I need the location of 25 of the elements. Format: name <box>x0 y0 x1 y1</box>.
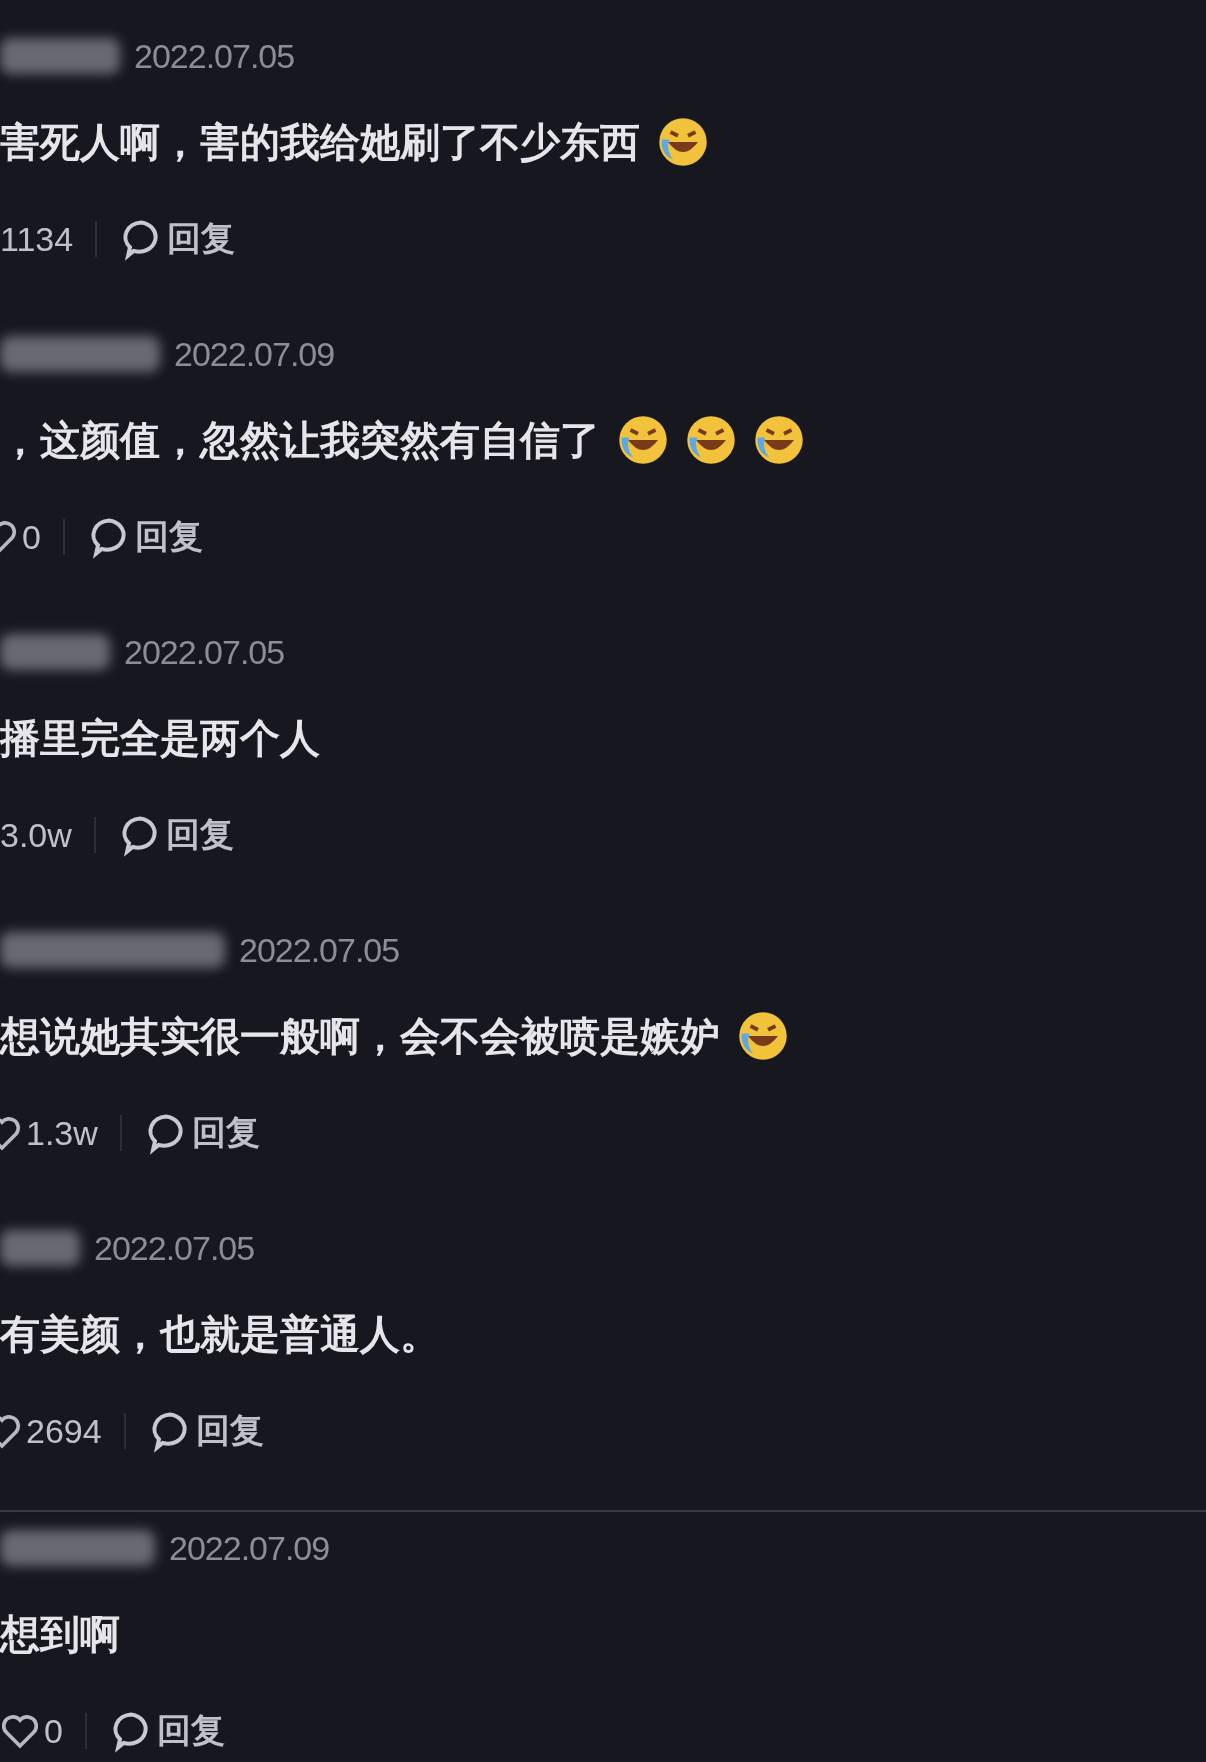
laughing-emoji-icon <box>686 415 736 465</box>
like-button[interactable]: 1.3w <box>0 1113 98 1153</box>
laughing-emoji-icon <box>618 415 668 465</box>
comment-date: 2022.07.05 <box>124 632 285 672</box>
like-button[interactable]: 0 <box>0 1711 63 1751</box>
reply-button[interactable]: 回复 <box>147 1408 264 1454</box>
comment-text: 害死人啊，害的我给她刷了不少东西 <box>0 117 640 167</box>
comment-text: ，这颜值，忽然让我突然有自信了 <box>0 415 600 465</box>
reply-button[interactable]: 回复 <box>86 514 203 560</box>
laughing-emoji-icon <box>738 1011 788 1061</box>
comment-date: 2022.07.05 <box>239 930 400 970</box>
comment-date: 2022.07.09 <box>169 1528 330 1568</box>
comment-date: 2022.07.09 <box>174 334 335 374</box>
reply-button[interactable]: 回复 <box>117 812 234 858</box>
like-button[interactable]: 1134 <box>0 219 74 259</box>
reply-button[interactable]: 回复 <box>108 1708 225 1754</box>
like-button[interactable]: 3.0w <box>0 815 72 855</box>
like-button[interactable]: 2694 <box>0 1411 102 1451</box>
like-button[interactable]: 0 <box>0 517 41 557</box>
comment-date: 2022.07.05 <box>94 1228 255 1268</box>
reply-button[interactable]: 回复 <box>119 216 236 262</box>
comment-date: 2022.07.05 <box>134 36 295 76</box>
laughing-emoji-icon <box>754 415 804 465</box>
reply-button[interactable]: 回复 <box>143 1110 260 1156</box>
laughing-emoji-icon <box>658 117 708 167</box>
